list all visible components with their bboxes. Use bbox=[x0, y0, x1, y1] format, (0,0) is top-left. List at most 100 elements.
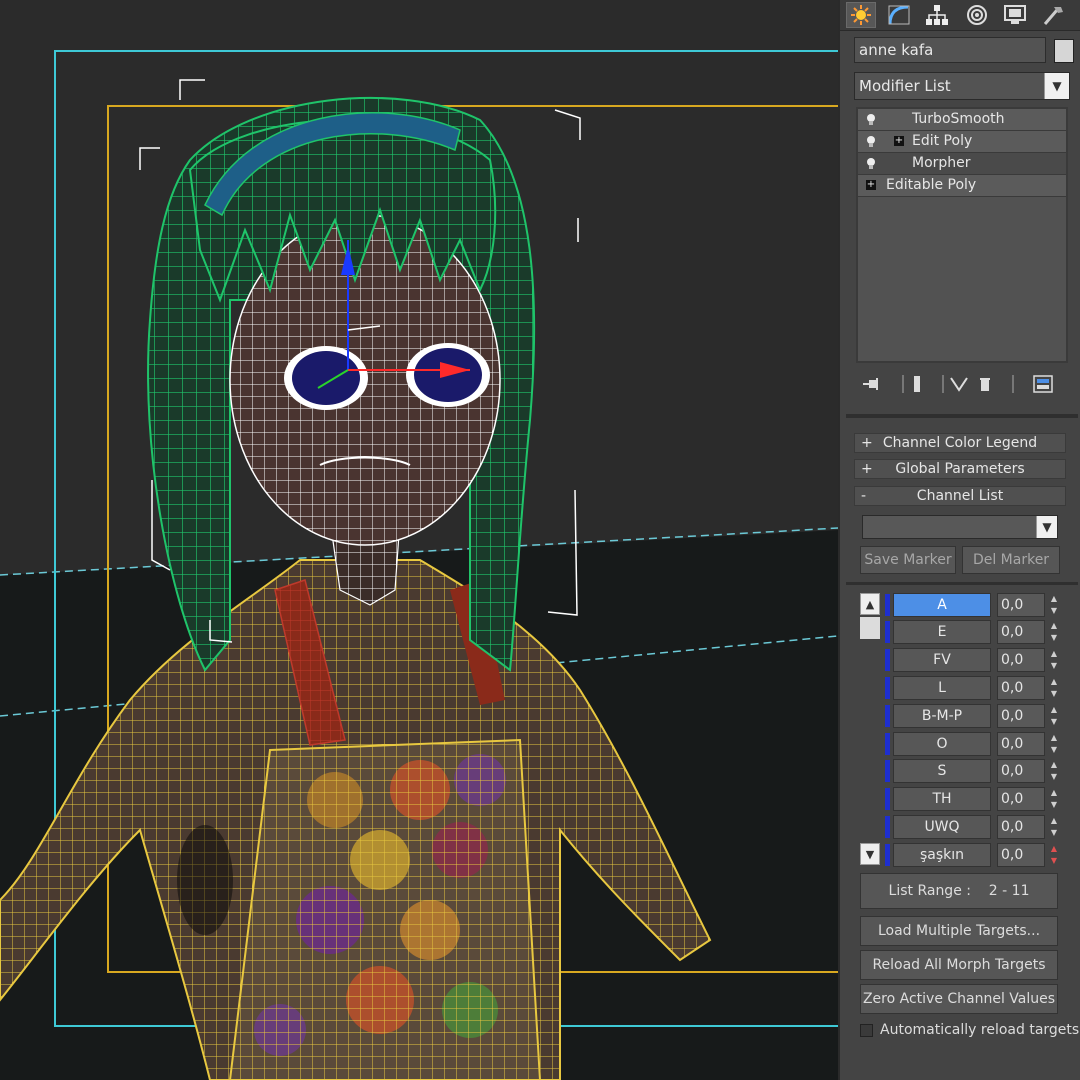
channel-color-indicator bbox=[885, 705, 890, 727]
viewport-scene bbox=[0, 0, 838, 1080]
channel-name-button[interactable]: S bbox=[893, 759, 991, 783]
rollout-channel-list[interactable]: - Channel List bbox=[854, 486, 1066, 506]
stack-item-label: Edit Poly bbox=[912, 133, 973, 149]
channel-color-indicator bbox=[885, 621, 890, 643]
create-icon[interactable] bbox=[846, 2, 876, 28]
apron-wireframe bbox=[228, 738, 542, 1080]
channel-value-field[interactable]: 0,0 bbox=[997, 843, 1045, 867]
object-name-field[interactable]: anne kafa bbox=[854, 37, 1046, 63]
channel-scroll-thumb[interactable] bbox=[860, 617, 880, 639]
configure-sets-icon[interactable] bbox=[1032, 374, 1054, 394]
channel-value-field[interactable]: 0,0 bbox=[997, 787, 1045, 811]
stack-item-edit-poly[interactable]: + Edit Poly bbox=[858, 131, 1066, 153]
channel-name-button[interactable]: E bbox=[893, 620, 991, 644]
modify-icon[interactable] bbox=[884, 2, 914, 28]
rollout-sign: + bbox=[861, 435, 873, 451]
channel-color-indicator bbox=[885, 733, 890, 755]
hierarchy-icon[interactable] bbox=[922, 2, 952, 28]
expand-plus-icon[interactable]: + bbox=[894, 136, 904, 146]
spinner-icon[interactable]: ▲ ▼ bbox=[1048, 815, 1060, 839]
stack-toolbar bbox=[856, 372, 1068, 396]
rollout-separator bbox=[846, 414, 1078, 418]
channel-name-button[interactable]: A bbox=[893, 593, 991, 617]
scroll-down-icon[interactable]: ▼ bbox=[860, 843, 880, 865]
rollout-channel-color-legend[interactable]: + Channel Color Legend bbox=[854, 433, 1066, 453]
stack-item-turbosmooth[interactable]: TurboSmooth bbox=[858, 109, 1066, 131]
auto-reload-checkbox[interactable] bbox=[860, 1024, 873, 1037]
channel-name-button[interactable]: L bbox=[893, 676, 991, 700]
spinner-icon[interactable]: ▲ ▼ bbox=[1048, 732, 1060, 756]
command-panel-tabs bbox=[840, 0, 1080, 31]
display-icon[interactable] bbox=[1000, 2, 1030, 28]
make-unique-icon[interactable] bbox=[948, 374, 970, 394]
channel-color-indicator bbox=[885, 594, 890, 616]
load-multiple-targets-button[interactable]: Load Multiple Targets... bbox=[860, 916, 1058, 946]
zero-active-channel-values-button[interactable]: Zero Active Channel Values bbox=[860, 984, 1058, 1014]
channel-name-button[interactable]: TH bbox=[893, 787, 991, 811]
spinner-icon[interactable]: ▲ ▼ bbox=[1048, 704, 1060, 728]
list-range-label: List Range : bbox=[888, 883, 971, 899]
channel-value-field[interactable]: 0,0 bbox=[997, 704, 1045, 728]
stack-item-morpher[interactable]: Morpher bbox=[858, 153, 1066, 175]
save-marker-button[interactable]: Save Marker bbox=[860, 546, 956, 574]
channel-list-separator bbox=[846, 582, 1078, 585]
channel-value-field[interactable]: 0,0 bbox=[997, 732, 1045, 756]
motion-icon[interactable] bbox=[962, 2, 992, 28]
channel-name-button[interactable]: şaşkın bbox=[893, 843, 991, 867]
stack-item-label: TurboSmooth bbox=[912, 111, 1005, 127]
rollout-global-parameters[interactable]: + Global Parameters bbox=[854, 459, 1066, 479]
channel-value-field[interactable]: 0,0 bbox=[997, 648, 1045, 672]
stack-item-label: Morpher bbox=[912, 155, 971, 171]
modifier-list-label: Modifier List bbox=[859, 77, 951, 95]
modifier-stack[interactable]: TurboSmooth + Edit Poly Morpher + Editab… bbox=[856, 107, 1068, 363]
channel-value-field[interactable]: 0,0 bbox=[997, 593, 1045, 617]
spinner-icon[interactable]: ▲ ▼ bbox=[1048, 843, 1060, 867]
channel-color-indicator bbox=[885, 649, 890, 671]
show-end-result-icon[interactable] bbox=[906, 374, 928, 394]
marker-dropdown[interactable]: ▼ bbox=[862, 515, 1058, 539]
channel-name-button[interactable]: FV bbox=[893, 648, 991, 672]
stack-item-editable-poly[interactable]: + Editable Poly bbox=[858, 175, 1066, 197]
spinner-icon[interactable]: ▲ ▼ bbox=[1048, 593, 1060, 617]
scroll-up-icon[interactable]: ▲ bbox=[860, 593, 880, 615]
spinner-icon[interactable]: ▲ ▼ bbox=[1048, 648, 1060, 672]
eye-left-iris bbox=[292, 351, 360, 405]
del-marker-button[interactable]: Del Marker bbox=[962, 546, 1060, 574]
channel-value-field[interactable]: 0,0 bbox=[997, 815, 1045, 839]
channel-color-indicator bbox=[885, 760, 890, 782]
rollout-label: Channel Color Legend bbox=[882, 435, 1038, 451]
lightbulb-icon[interactable] bbox=[866, 135, 876, 148]
spinner-icon[interactable]: ▲ ▼ bbox=[1048, 676, 1060, 700]
spinner-icon[interactable]: ▲ ▼ bbox=[1048, 620, 1060, 644]
rollout-sign: - bbox=[861, 488, 867, 504]
channel-value-field[interactable]: 0,0 bbox=[997, 676, 1045, 700]
lightbulb-icon[interactable] bbox=[866, 113, 876, 126]
expand-plus-icon[interactable]: + bbox=[866, 180, 876, 190]
rollout-label: Channel List bbox=[916, 488, 1004, 504]
perspective-viewport[interactable] bbox=[0, 0, 838, 1080]
channel-name-button[interactable]: B-M-P bbox=[893, 704, 991, 728]
channel-color-indicator bbox=[885, 788, 890, 810]
utilities-icon[interactable] bbox=[1038, 2, 1068, 28]
channel-value-field[interactable]: 0,0 bbox=[997, 759, 1045, 783]
chevron-down-icon[interactable]: ▼ bbox=[1036, 516, 1057, 538]
separator-icon bbox=[1002, 374, 1024, 394]
reload-all-morph-targets-button[interactable]: Reload All Morph Targets bbox=[860, 950, 1058, 980]
remove-modifier-icon[interactable] bbox=[974, 374, 996, 394]
chevron-down-icon[interactable]: ▼ bbox=[1044, 73, 1069, 99]
channel-color-indicator bbox=[885, 816, 890, 838]
pin-stack-icon[interactable] bbox=[860, 374, 882, 394]
channel-name-button[interactable]: O bbox=[893, 732, 991, 756]
stack-item-label: Editable Poly bbox=[886, 177, 977, 193]
channel-name-button[interactable]: UWQ bbox=[893, 815, 991, 839]
spinner-icon[interactable]: ▲ ▼ bbox=[1048, 759, 1060, 783]
character-shadow bbox=[177, 825, 233, 935]
channel-value-field[interactable]: 0,0 bbox=[997, 620, 1045, 644]
object-color-swatch[interactable] bbox=[1054, 39, 1074, 63]
command-panel: anne kafa Modifier List ▼ TurboSmooth + … bbox=[838, 0, 1080, 1080]
lightbulb-icon[interactable] bbox=[866, 157, 876, 170]
modifier-list-dropdown[interactable]: Modifier List ▼ bbox=[854, 72, 1070, 100]
auto-reload-label: Automatically reload targets bbox=[880, 1022, 1080, 1038]
channel-color-indicator bbox=[885, 677, 890, 699]
spinner-icon[interactable]: ▲ ▼ bbox=[1048, 787, 1060, 811]
